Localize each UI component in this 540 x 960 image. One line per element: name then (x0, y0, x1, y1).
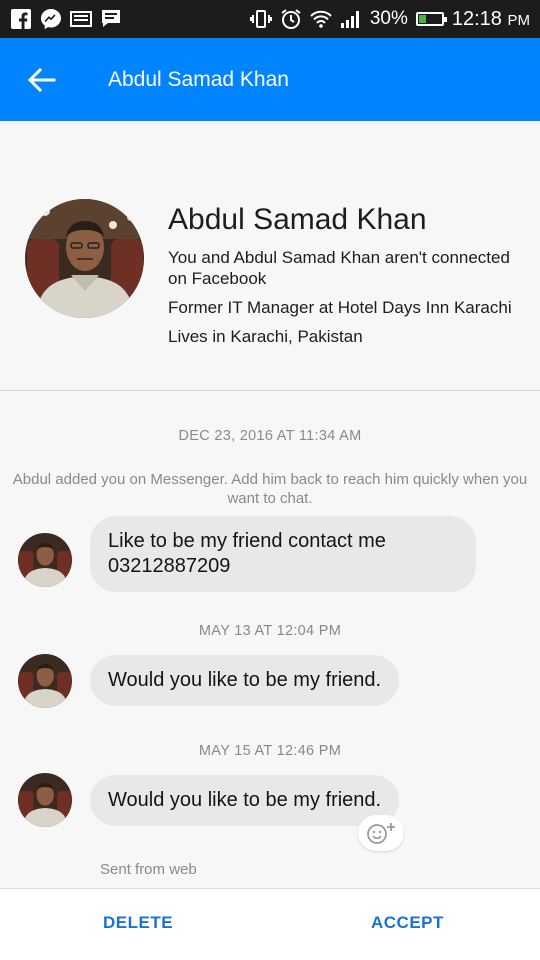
accept-button[interactable]: ACCEPT (371, 913, 444, 933)
clock-time: 12:18 (451, 7, 502, 30)
conversation-title: Abdul Samad Khan (108, 67, 289, 91)
message-bubble[interactable]: Like to be my friend contact me 03212887… (90, 516, 476, 592)
battery-icon (415, 12, 447, 26)
connection-status: You and Abdul Samad Khan aren't connecte… (168, 248, 510, 288)
back-button[interactable] (10, 38, 74, 121)
battery-percent: 30% (369, 8, 408, 29)
delete-button[interactable]: DELETE (103, 913, 173, 933)
clock: 12:18 PM (452, 8, 530, 31)
message-bubble[interactable]: Would you like to be my friend. (90, 775, 400, 826)
sender-avatar[interactable] (18, 533, 72, 587)
facebook-icon (10, 8, 32, 30)
profile-info: Abdul Samad Khan You and Abdul Samad Kha… (168, 203, 513, 355)
media-icon (70, 8, 92, 30)
system-message: Abdul added you on Messenger. Add him ba… (12, 471, 528, 507)
add-reaction-button[interactable] (358, 815, 404, 851)
profile-name: Abdul Samad Khan (168, 203, 427, 236)
message-bubble[interactable]: Would you like to be my friend. (90, 655, 400, 706)
message-request-actions: DELETE ACCEPT (0, 888, 540, 960)
wifi-icon (310, 8, 332, 30)
profile-location: Lives in Karachi, Pakistan (168, 327, 363, 346)
chat-notification-icon (100, 8, 122, 30)
status-bar: 30% 12:18 PM (0, 0, 540, 38)
alarm-icon (280, 8, 302, 30)
profile-work: Former IT Manager at Hotel Days Inn Kara… (168, 298, 512, 317)
timestamp: MAY 15 AT 12:46 PM (198, 743, 342, 759)
profile-header: Abdul Samad Khan You and Abdul Samad Kha… (0, 121, 540, 391)
timestamp: MAY 13 AT 12:04 PM (198, 623, 342, 639)
arrow-back-icon (28, 67, 56, 92)
clock-ampm: PM (507, 11, 531, 29)
sender-avatar[interactable] (18, 654, 72, 708)
messenger-icon (40, 8, 62, 30)
profile-avatar[interactable] (25, 199, 144, 318)
timestamp: DEC 23, 2016 AT 11:34 AM (178, 428, 362, 444)
sender-avatar[interactable] (18, 773, 72, 827)
app-bar: Abdul Samad Khan (0, 38, 540, 121)
signal-icon (340, 8, 362, 30)
sent-from-label: Sent from web (100, 861, 197, 878)
vibrate-icon (249, 8, 272, 30)
smiley-plus-icon (367, 823, 395, 844)
